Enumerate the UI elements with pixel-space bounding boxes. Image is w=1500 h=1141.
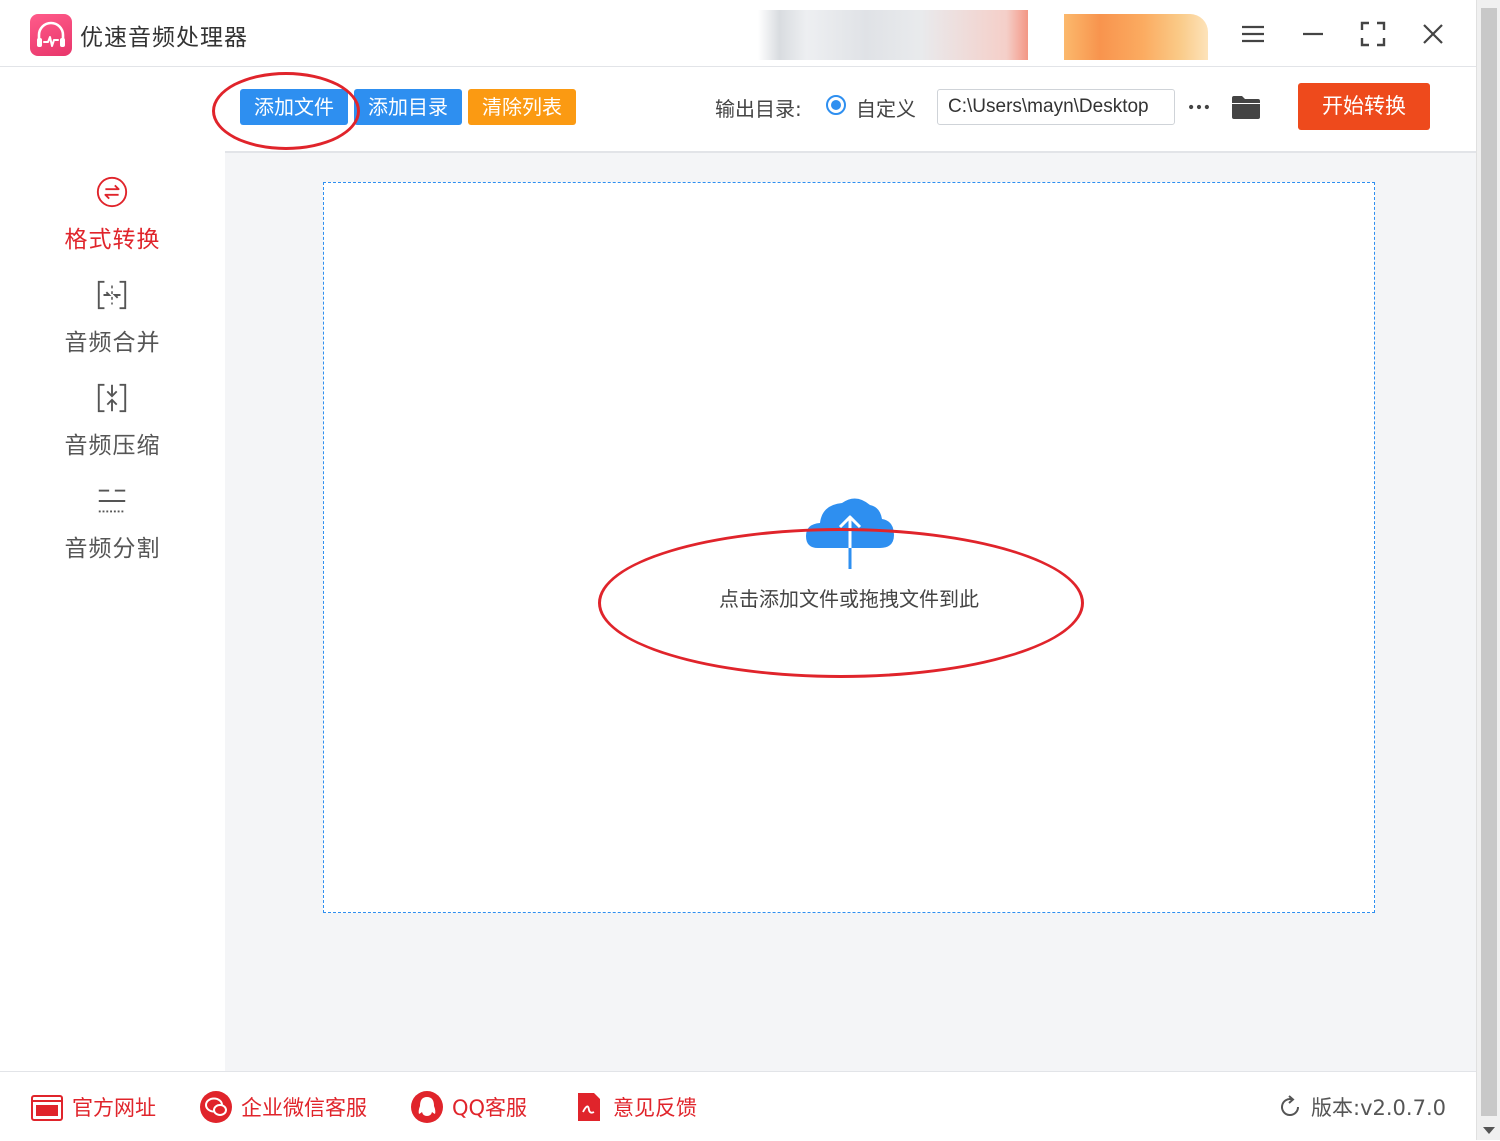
wechat-service-label: 企业微信客服 — [241, 1096, 367, 1120]
close-button[interactable] — [1413, 14, 1453, 54]
wechat-icon — [199, 1090, 233, 1124]
feedback-icon — [571, 1090, 605, 1124]
output-path-input[interactable] — [937, 89, 1175, 125]
sidebar-item-label: 音频分割 — [64, 536, 161, 562]
cloud-upload-icon — [806, 498, 894, 569]
app-logo — [30, 14, 72, 56]
menu-button[interactable] — [1233, 14, 1273, 54]
website-link-label: 官方网址 — [72, 1096, 156, 1120]
scroll-down-icon[interactable] — [1483, 1127, 1495, 1134]
feedback-link[interactable]: 意见反馈 — [571, 1090, 697, 1124]
open-folder-button[interactable] — [1229, 91, 1263, 123]
sidebar-item-label: 音频合并 — [64, 330, 161, 356]
file-drop-zone[interactable]: 点击添加文件或拖拽文件到此 — [323, 182, 1375, 913]
output-dir-label: 输出目录: — [715, 97, 802, 121]
qq-service-label: QQ客服 — [452, 1096, 528, 1120]
website-icon — [30, 1090, 64, 1124]
toolbar: 添加文件 添加目录 清除列表 输出目录: 自定义 开始转换 — [225, 67, 1476, 153]
start-convert-button[interactable]: 开始转换 — [1298, 83, 1430, 130]
close-icon — [1423, 24, 1443, 44]
format-convert-icon — [94, 174, 130, 210]
app-title: 优速音频处理器 — [80, 25, 248, 51]
sidebar-item-format-convert[interactable]: 格式转换 — [0, 174, 225, 270]
audio-split-icon — [94, 483, 130, 519]
audio-compress-icon — [94, 380, 130, 416]
add-file-button[interactable]: 添加文件 — [240, 89, 348, 125]
sidebar: 格式转换 音频合并 音频压缩 音频分割 — [0, 67, 225, 1071]
qq-icon — [410, 1090, 444, 1124]
vertical-scrollbar[interactable] — [1476, 0, 1500, 1140]
clear-list-button[interactable]: 清除列表 — [468, 89, 576, 125]
qq-service-link[interactable]: QQ客服 — [410, 1090, 527, 1124]
website-link[interactable]: 官方网址 — [30, 1090, 156, 1124]
fullscreen-icon — [1360, 21, 1386, 47]
minimize-icon — [1303, 32, 1323, 36]
add-folder-button[interactable]: 添加目录 — [354, 89, 462, 125]
more-dots-icon — [1189, 104, 1209, 110]
custom-output-radio[interactable] — [826, 95, 846, 115]
sidebar-item-label: 格式转换 — [64, 227, 161, 253]
maximize-button[interactable] — [1353, 14, 1393, 54]
title-bar: 优速音频处理器 — [0, 0, 1476, 67]
version-info: 版本:v2.0.7.0 — [1277, 1092, 1446, 1122]
minimize-button[interactable] — [1293, 14, 1333, 54]
drop-hint-text: 点击添加文件或拖拽文件到此 — [719, 587, 979, 611]
browse-more-button[interactable] — [1183, 91, 1215, 123]
sidebar-item-label: 音频压缩 — [64, 433, 161, 459]
scrollbar-thumb[interactable] — [1481, 8, 1497, 1116]
menu-icon — [1242, 25, 1264, 43]
feedback-label: 意见反馈 — [613, 1096, 697, 1120]
version-text: 版本:v2.0.7.0 — [1311, 1096, 1446, 1120]
blurred-vip-badge[interactable] — [1064, 14, 1208, 60]
refresh-icon[interactable] — [1277, 1094, 1303, 1120]
custom-output-label[interactable]: 自定义 — [856, 93, 916, 122]
main-content: 点击添加文件或拖拽文件到此 — [225, 153, 1476, 1071]
footer: 官方网址 企业微信客服 QQ客服 意见反馈 版本:v2.0.7.0 — [0, 1071, 1476, 1141]
sidebar-item-audio-compress[interactable]: 音频压缩 — [0, 380, 225, 476]
blurred-user-info — [758, 10, 1028, 60]
folder-icon — [1232, 96, 1260, 119]
audio-merge-icon — [94, 277, 130, 313]
sidebar-item-audio-merge[interactable]: 音频合并 — [0, 277, 225, 373]
wechat-service-link[interactable]: 企业微信客服 — [199, 1090, 367, 1124]
headphones-icon — [37, 21, 65, 47]
sidebar-item-audio-split[interactable]: 音频分割 — [0, 483, 225, 579]
